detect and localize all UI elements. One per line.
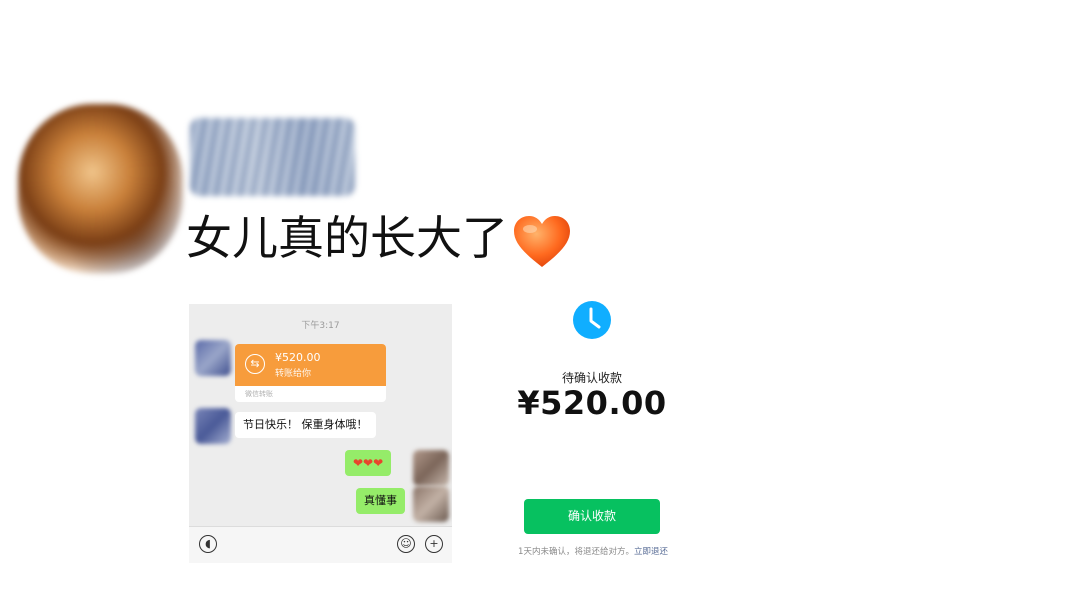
- poster-name-blurred[interactable]: [190, 118, 355, 196]
- plus-icon[interactable]: +: [425, 535, 443, 553]
- emoji-icon[interactable]: ☺: [397, 535, 415, 553]
- transfer-amount: ¥520.00: [275, 351, 321, 364]
- self-avatar: [413, 450, 449, 486]
- hearts-text: ❤❤❤: [353, 456, 384, 470]
- clock-icon: [573, 301, 611, 339]
- voice-icon[interactable]: ◖: [199, 535, 217, 553]
- message-bubble-outgoing: 真懂事: [356, 488, 405, 514]
- refund-note: 1天内未确认，将退还给对方。立即退还: [498, 545, 688, 557]
- sender-avatar: [195, 408, 231, 444]
- transfer-footer: 微信转账: [245, 390, 273, 398]
- chat-timestamp: 下午3:17: [301, 321, 340, 331]
- poster-avatar[interactable]: [18, 104, 183, 274]
- post-text-content: 女儿真的长大了: [186, 211, 508, 265]
- heart-icon: [514, 215, 570, 267]
- sender-avatar: [195, 340, 231, 376]
- refund-note-text: 1天内未确认，将退还给对方。: [518, 547, 634, 557]
- message-bubble-outgoing: ❤❤❤: [345, 450, 392, 476]
- self-avatar: [413, 486, 449, 522]
- refund-now-link[interactable]: 立即退还: [634, 547, 668, 557]
- confirm-receive-button[interactable]: 确认收款: [524, 499, 660, 534]
- transfer-card[interactable]: ⇆ ¥520.00 转账给你 微信转账: [235, 344, 386, 402]
- post-text: 女儿真的长大了: [186, 203, 572, 273]
- pending-amount: ¥520.00: [517, 384, 667, 422]
- chat-input-toolbar: ◖ ☺ +: [189, 526, 452, 563]
- transfer-icon: ⇆: [245, 354, 265, 374]
- message-bubble-incoming: 节日快乐！ 保重身体哦！: [235, 412, 376, 438]
- chat-screenshot[interactable]: 下午3:17 ⇆ ¥520.00 转账给你 微信转账 节日快乐！ 保重身体哦！ …: [189, 304, 452, 563]
- transfer-subtitle: 转账给你: [275, 369, 312, 379]
